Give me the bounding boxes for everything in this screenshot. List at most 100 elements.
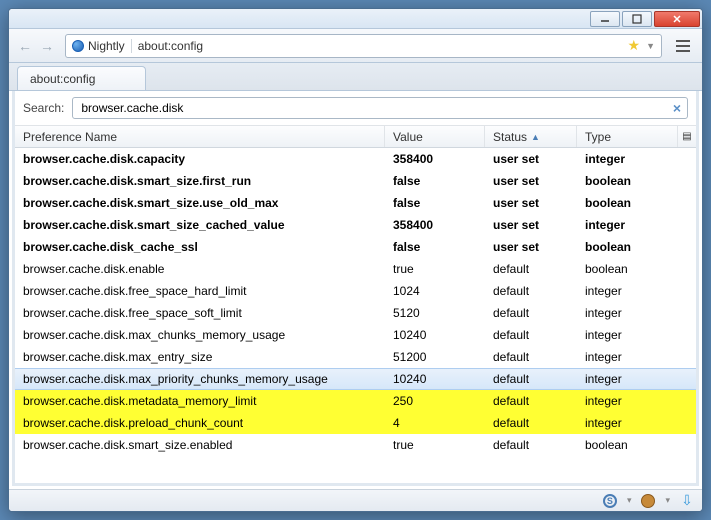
cell-type: integer <box>577 306 696 320</box>
cell-status: default <box>485 394 577 408</box>
cell-status: default <box>485 328 577 342</box>
table-row[interactable]: browser.cache.disk_cache_sslfalseuser se… <box>15 236 696 258</box>
cell-type: integer <box>577 394 696 408</box>
cell-status: user set <box>485 152 577 166</box>
cell-value: false <box>385 196 485 210</box>
greasemonkey-dropdown-icon[interactable]: ▾ <box>665 495 670 506</box>
cell-status: user set <box>485 240 577 254</box>
cell-name: browser.cache.disk.free_space_hard_limit <box>15 284 385 298</box>
cell-value: true <box>385 438 485 452</box>
cell-value: 250 <box>385 394 485 408</box>
back-button[interactable]: ← <box>15 36 35 56</box>
cell-value: 10240 <box>385 372 485 386</box>
globe-icon <box>72 40 84 52</box>
table-row[interactable]: browser.cache.disk.max_chunks_memory_usa… <box>15 324 696 346</box>
cell-name: browser.cache.disk.preload_chunk_count <box>15 416 385 430</box>
tab-label: about:config <box>30 72 95 86</box>
table-row[interactable]: browser.cache.disk.metadata_memory_limit… <box>15 390 696 412</box>
table-row[interactable]: browser.cache.disk.max_priority_chunks_m… <box>15 368 696 390</box>
table-row[interactable]: browser.cache.disk.enabletruedefaultbool… <box>15 258 696 280</box>
about-config-content: Search: × Preference Name Value Status▲ … <box>12 91 699 486</box>
cell-value: false <box>385 240 485 254</box>
cell-status: user set <box>485 218 577 232</box>
cell-name: browser.cache.disk.smart_size_cached_val… <box>15 218 385 232</box>
column-picker-button[interactable]: ▤ <box>678 126 696 147</box>
search-input[interactable] <box>79 100 672 116</box>
cell-type: integer <box>577 328 696 342</box>
cell-name: browser.cache.disk.smart_size.enabled <box>15 438 385 452</box>
maximize-button[interactable] <box>622 11 652 27</box>
cell-status: default <box>485 372 577 386</box>
url-dropdown-icon[interactable]: ▼ <box>646 41 655 51</box>
cell-name: browser.cache.disk.enable <box>15 262 385 276</box>
identity-box[interactable]: Nightly <box>72 39 132 53</box>
cell-status: default <box>485 262 577 276</box>
browser-window: ← → Nightly about:config ★ ▼ about:confi… <box>8 8 703 512</box>
column-header-name[interactable]: Preference Name <box>15 126 385 147</box>
close-button[interactable] <box>654 11 700 27</box>
table-row[interactable]: browser.cache.disk.max_entry_size51200de… <box>15 346 696 368</box>
cell-status: default <box>485 306 577 320</box>
table-row[interactable]: browser.cache.disk.preload_chunk_count4d… <box>15 412 696 434</box>
tab-about-config[interactable]: about:config <box>17 66 146 90</box>
cell-type: integer <box>577 416 696 430</box>
url-bar[interactable]: Nightly about:config ★ ▼ <box>65 34 662 58</box>
cell-status: user set <box>485 196 577 210</box>
table-row[interactable]: browser.cache.disk.smart_size_cached_val… <box>15 214 696 236</box>
cell-type: integer <box>577 218 696 232</box>
table-row[interactable]: browser.cache.disk.smart_size.use_old_ma… <box>15 192 696 214</box>
column-header-type[interactable]: Type <box>577 126 678 147</box>
cell-name: browser.cache.disk.capacity <box>15 152 385 166</box>
stylish-dropdown-icon[interactable]: ▾ <box>627 495 632 506</box>
clear-search-icon[interactable]: × <box>673 100 681 116</box>
cell-name: browser.cache.disk.smart_size.use_old_ma… <box>15 196 385 210</box>
cell-value: 4 <box>385 416 485 430</box>
bookmark-star-icon[interactable]: ★ <box>628 37 641 54</box>
navigation-toolbar: ← → Nightly about:config ★ ▼ <box>9 29 702 63</box>
cell-value: true <box>385 262 485 276</box>
table-row[interactable]: browser.cache.disk.capacity358400user se… <box>15 148 696 170</box>
table-row[interactable]: browser.cache.disk.free_space_soft_limit… <box>15 302 696 324</box>
column-header-value[interactable]: Value <box>385 126 485 147</box>
cell-name: browser.cache.disk.max_chunks_memory_usa… <box>15 328 385 342</box>
greasemonkey-icon[interactable] <box>641 494 655 508</box>
tab-bar: about:config <box>9 63 702 91</box>
cell-status: default <box>485 438 577 452</box>
identity-label: Nightly <box>88 39 125 53</box>
cell-name: browser.cache.disk.max_entry_size <box>15 350 385 364</box>
cell-value: 10240 <box>385 328 485 342</box>
stylish-icon[interactable]: S <box>603 494 617 508</box>
cell-type: boolean <box>577 262 696 276</box>
cell-type: integer <box>577 350 696 364</box>
cell-name: browser.cache.disk.max_priority_chunks_m… <box>15 372 385 386</box>
column-header-status[interactable]: Status▲ <box>485 126 577 147</box>
cell-type: boolean <box>577 240 696 254</box>
cell-name: browser.cache.disk.smart_size.first_run <box>15 174 385 188</box>
cell-value: 358400 <box>385 152 485 166</box>
cell-status: default <box>485 416 577 430</box>
app-menu-button[interactable] <box>670 35 696 57</box>
table-row[interactable]: browser.cache.disk.smart_size.enabledtru… <box>15 434 696 456</box>
titlebar <box>9 9 702 29</box>
cell-name: browser.cache.disk_cache_ssl <box>15 240 385 254</box>
cell-status: default <box>485 284 577 298</box>
minimize-button[interactable] <box>590 11 620 27</box>
search-row: Search: × <box>15 91 696 126</box>
cell-type: boolean <box>577 438 696 452</box>
cell-value: 51200 <box>385 350 485 364</box>
cell-value: 5120 <box>385 306 485 320</box>
url-text: about:config <box>138 39 622 53</box>
forward-button[interactable]: → <box>37 36 57 56</box>
cell-value: 1024 <box>385 284 485 298</box>
table-row[interactable]: browser.cache.disk.smart_size.first_runf… <box>15 170 696 192</box>
cell-type: boolean <box>577 174 696 188</box>
table-row[interactable]: browser.cache.disk.free_space_hard_limit… <box>15 280 696 302</box>
cell-value: 358400 <box>385 218 485 232</box>
addon-bar: S ▾ ▾ ⇩ <box>9 489 702 511</box>
cell-value: false <box>385 174 485 188</box>
table-header: Preference Name Value Status▲ Type ▤ <box>15 126 696 148</box>
preferences-list: browser.cache.disk.capacity358400user se… <box>15 148 696 483</box>
sort-indicator-icon: ▲ <box>531 132 540 142</box>
downloads-icon[interactable]: ⇩ <box>680 494 694 508</box>
cell-type: integer <box>577 284 696 298</box>
